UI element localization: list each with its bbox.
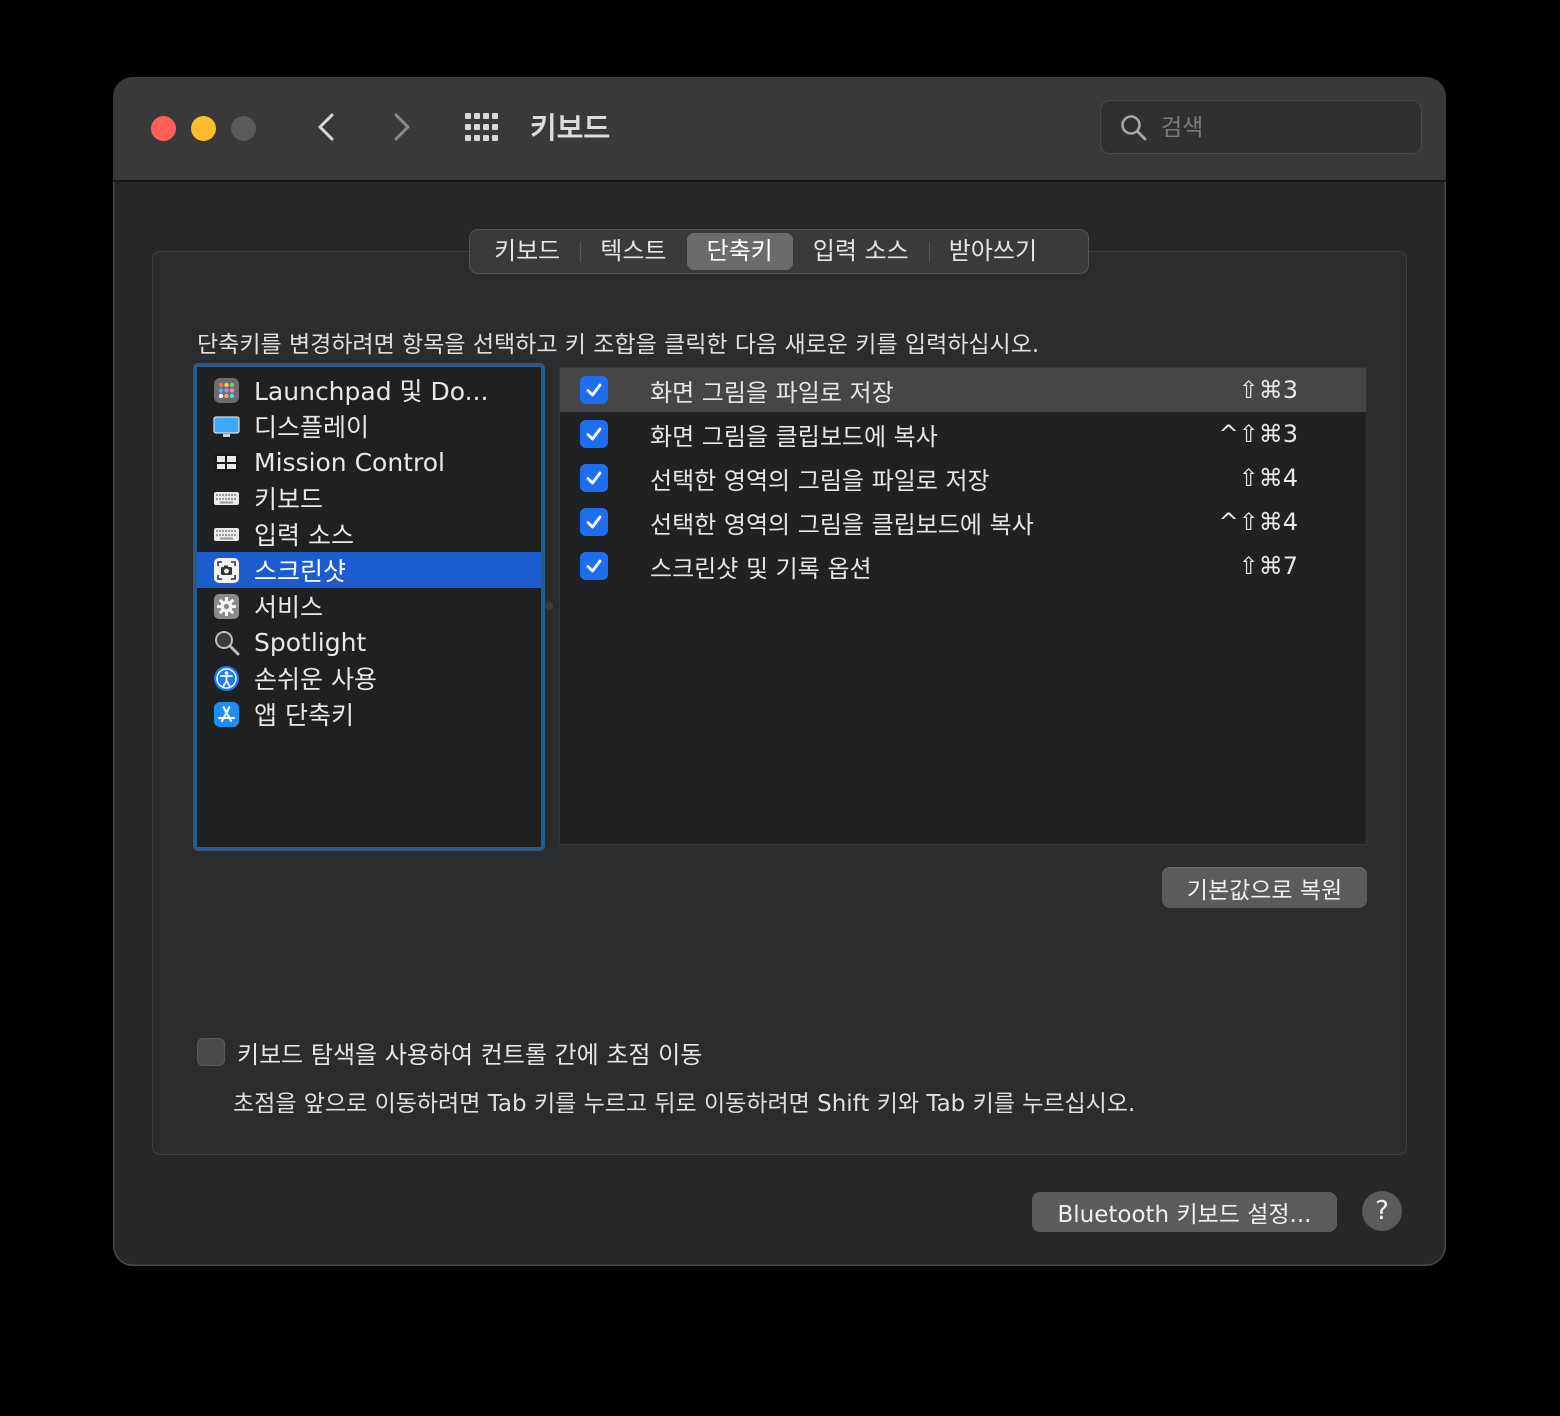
keyboard-navigation-checkbox[interactable]	[197, 1038, 225, 1066]
category-item-screenshots[interactable]: 스크린샷	[197, 552, 541, 588]
back-button[interactable]	[307, 107, 347, 147]
keyboard-icon	[213, 521, 240, 548]
mission-control-icon	[213, 449, 240, 476]
restore-defaults-button[interactable]: 기본값으로 복원	[1162, 867, 1367, 908]
checkmark-icon	[586, 427, 602, 441]
shortcut-label: 화면 그림을 클립보드에 복사	[650, 422, 938, 451]
shortcut-checkbox[interactable]	[580, 552, 608, 580]
category-label: 앱 단축키	[254, 701, 354, 730]
gear-icon	[213, 593, 240, 620]
category-label: Launchpad 및 Do...	[254, 377, 489, 406]
shortcut-checkbox[interactable]	[580, 508, 608, 536]
category-item-app-shortcuts[interactable]: 앱 단축키	[197, 696, 541, 732]
category-label: Spotlight	[254, 627, 367, 657]
shortcut-label: 선택한 영역의 그림을 파일로 저장	[650, 466, 990, 495]
grid-icon	[465, 113, 498, 141]
shortcut-table[interactable]: 화면 그림을 파일로 저장 ⇧⌘3 화면 그림을 클립보드에 복사 ^⇧⌘3 선…	[559, 367, 1367, 845]
help-button[interactable]: ?	[1362, 1191, 1402, 1231]
minimize-button[interactable]	[191, 116, 216, 141]
screenshot-icon	[213, 557, 240, 584]
category-list[interactable]: Launchpad 및 Do... 디스플레이 Mission Control …	[193, 363, 545, 851]
accessibility-icon	[213, 665, 240, 692]
chevron-left-icon	[318, 113, 334, 141]
shortcut-key[interactable]: ^⇧⌘3	[1219, 420, 1299, 448]
search-icon	[1121, 115, 1147, 141]
category-label: 서비스	[254, 593, 324, 622]
shortcut-label: 스크린샷 및 기록 옵션	[650, 554, 872, 583]
keyboard-navigation-description: 초점을 앞으로 이동하려면 Tab 키를 누르고 뒤로 이동하려면 Shift …	[233, 1091, 1136, 1117]
instruction-text: 단축키를 변경하려면 항목을 선택하고 키 조합을 클릭한 다음 새로운 키를 …	[197, 332, 1040, 358]
checkmark-icon	[586, 559, 602, 573]
split-view-handle[interactable]	[545, 602, 553, 610]
shortcut-checkbox[interactable]	[580, 420, 608, 448]
category-item-input-sources[interactable]: 입력 소스	[197, 516, 541, 552]
window-title: 키보드	[530, 111, 611, 145]
category-item-spotlight[interactable]: Spotlight	[197, 624, 541, 660]
chevron-right-icon	[394, 113, 410, 141]
category-label: 디스플레이	[254, 413, 370, 442]
search-field[interactable]	[1100, 100, 1422, 154]
show-all-button[interactable]	[463, 111, 503, 145]
shortcut-row[interactable]: 화면 그림을 클립보드에 복사 ^⇧⌘3	[560, 412, 1366, 456]
tab-bar: 키보드 텍스트 단축키 입력 소스 받아쓰기	[469, 229, 1089, 274]
app-store-icon	[213, 701, 240, 728]
tab-text[interactable]: 텍스트	[580, 233, 686, 270]
shortcut-key[interactable]: ^⇧⌘4	[1219, 508, 1299, 536]
category-item-services[interactable]: 서비스	[197, 588, 541, 624]
tab-input-sources[interactable]: 입력 소스	[793, 233, 929, 270]
tab-shortcuts[interactable]: 단축키	[686, 233, 793, 270]
zoom-button[interactable]	[231, 116, 256, 141]
shortcut-checkbox[interactable]	[580, 464, 608, 492]
shortcut-row[interactable]: 화면 그림을 파일로 저장 ⇧⌘3	[560, 368, 1366, 412]
magnifier-icon	[213, 629, 240, 656]
tab-dictation[interactable]: 받아쓰기	[928, 233, 1057, 270]
category-item-launchpad[interactable]: Launchpad 및 Do...	[197, 372, 541, 408]
shortcut-checkbox[interactable]	[580, 376, 608, 404]
bluetooth-keyboard-setup-button[interactable]: Bluetooth 키보드 설정...	[1032, 1192, 1337, 1232]
checkmark-icon	[586, 383, 602, 397]
keyboard-preferences-window: 키보드 키보드 텍스트 단축키 입력 소스 받아쓰기 단축키를 변경하려면 항목…	[113, 77, 1446, 1266]
shortcut-key[interactable]: ⇧⌘3	[1239, 376, 1298, 404]
launchpad-icon	[213, 377, 240, 404]
shortcut-label: 화면 그림을 파일로 저장	[650, 378, 894, 407]
checkmark-icon	[586, 471, 602, 485]
checkmark-icon	[586, 515, 602, 529]
category-label: 손쉬운 사용	[254, 665, 377, 694]
tab-keyboard[interactable]: 키보드	[474, 233, 580, 270]
keyboard-icon	[213, 485, 240, 512]
category-label: 키보드	[254, 485, 324, 514]
category-label: 입력 소스	[254, 521, 354, 550]
category-label: 스크린샷	[254, 557, 347, 586]
shortcut-key[interactable]: ⇧⌘4	[1239, 464, 1298, 492]
shortcut-label: 선택한 영역의 그림을 클립보드에 복사	[650, 510, 1034, 539]
category-item-mission-control[interactable]: Mission Control	[197, 444, 541, 480]
keyboard-navigation-label[interactable]: 키보드 탐색을 사용하여 컨트롤 간에 초점 이동	[237, 1035, 702, 1070]
close-button[interactable]	[151, 116, 176, 141]
shortcut-key[interactable]: ⇧⌘7	[1239, 552, 1298, 580]
shortcut-row[interactable]: 선택한 영역의 그림을 클립보드에 복사 ^⇧⌘4	[560, 500, 1366, 544]
category-item-keyboard[interactable]: 키보드	[197, 480, 541, 516]
title-bar: 키보드	[113, 77, 1446, 182]
shortcut-row[interactable]: 스크린샷 및 기록 옵션 ⇧⌘7	[560, 544, 1366, 588]
category-label: Mission Control	[254, 447, 445, 477]
category-item-display[interactable]: 디스플레이	[197, 408, 541, 444]
search-input[interactable]	[1159, 111, 1403, 145]
shortcut-row[interactable]: 선택한 영역의 그림을 파일로 저장 ⇧⌘4	[560, 456, 1366, 500]
forward-button[interactable]	[381, 107, 421, 147]
display-icon	[213, 413, 240, 440]
category-item-accessibility[interactable]: 손쉬운 사용	[197, 660, 541, 696]
